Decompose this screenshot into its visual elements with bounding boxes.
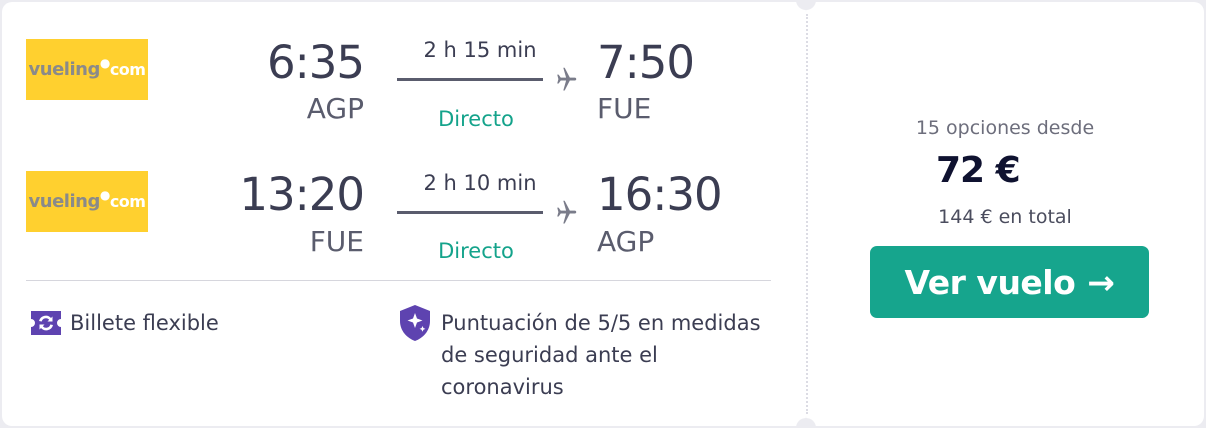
airplane-icon xyxy=(557,67,577,91)
safety-rating-line: de seguridad ante el xyxy=(441,343,658,367)
flight-path-line xyxy=(397,78,543,81)
safety-rating-text: Puntuación de 5/5 en medidas de segurida… xyxy=(441,307,761,403)
view-flight-button[interactable]: Ver vuelo → xyxy=(870,246,1149,318)
total-price: 144 € en total xyxy=(938,206,1072,228)
airline-logo: vueling ● com xyxy=(26,171,148,232)
airline-logo: vueling ● com xyxy=(26,39,148,100)
flexible-ticket-label: Billete flexible xyxy=(70,311,219,335)
safety-rating-line: Puntuación de 5/5 en medidas xyxy=(441,311,761,335)
arrival-airport-code: FUE xyxy=(597,92,652,125)
flight-duration: 2 h 10 min xyxy=(423,171,537,195)
airplane-icon xyxy=(557,200,577,224)
flight-duration: 2 h 15 min xyxy=(423,38,537,62)
departure-time: 13:20 xyxy=(239,168,365,221)
view-flight-label: Ver vuelo xyxy=(904,262,1076,302)
arrival-airport-code: AGP xyxy=(597,225,655,258)
options-count: 15 opciones desde xyxy=(915,117,1095,139)
arrival-time: 7:50 xyxy=(597,36,695,89)
arrow-right-icon: → xyxy=(1087,262,1115,302)
departure-time: 6:35 xyxy=(266,36,365,89)
departure-airport-code: AGP xyxy=(306,92,364,125)
price-amount: 72 € xyxy=(936,150,1021,191)
safety-rating-line: coronavirus xyxy=(441,375,564,399)
shield-sparkle-icon xyxy=(400,305,430,341)
flexible-ticket-icon xyxy=(31,311,61,335)
arrival-time: 16:30 xyxy=(597,168,723,221)
stops-label: Directo xyxy=(438,107,514,131)
stops-label: Directo xyxy=(438,239,514,263)
flight-path-line xyxy=(397,211,543,214)
departure-airport-code: FUE xyxy=(309,225,364,258)
section-divider xyxy=(26,280,771,281)
